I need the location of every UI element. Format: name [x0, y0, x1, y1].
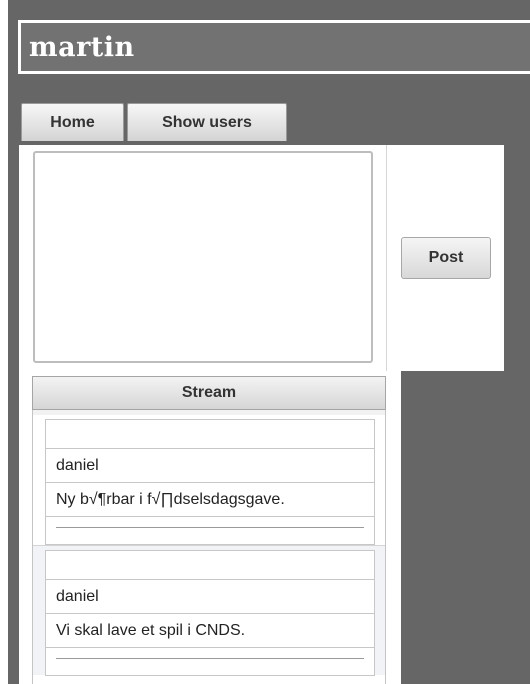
user-header: martin	[18, 20, 530, 74]
tab-home[interactable]: Home	[21, 103, 124, 141]
post-textarea[interactable]	[33, 151, 373, 363]
page-edge	[0, 0, 8, 684]
post-composer: Post	[19, 145, 504, 371]
stream-list[interactable]: daniel Ny b√¶rbar i f√∏dselsdagsgave. da…	[32, 415, 386, 684]
message-card: daniel Vi skal lave et spil i CNDS.	[45, 550, 375, 676]
message-footer	[46, 517, 374, 544]
post-button[interactable]: Post	[401, 237, 491, 279]
message-spacer	[46, 551, 374, 580]
message-text: Ny b√¶rbar i f√∏dselsdagsgave.	[46, 483, 374, 517]
page-title: martin	[29, 32, 135, 63]
message-footer	[46, 648, 374, 675]
message-footer-divider	[56, 527, 364, 528]
message-text: Vi skal lave et spil i CNDS.	[46, 614, 374, 648]
stream-item: daniel Vi skal lave et spil i CNDS.	[33, 545, 385, 676]
message-spacer	[46, 420, 374, 449]
message-card: daniel Ny b√¶rbar i f√∏dselsdagsgave.	[45, 419, 375, 545]
stream-panel: Stream daniel Ny b√¶rbar i f√∏dselsdagsg…	[19, 371, 401, 684]
composer-divider	[386, 145, 387, 371]
message-author: daniel	[46, 580, 374, 614]
message-footer-divider	[56, 658, 364, 659]
message-author: daniel	[46, 449, 374, 483]
stream-header: Stream	[32, 376, 386, 410]
stream-item: daniel Ny b√¶rbar i f√∏dselsdagsgave.	[33, 415, 385, 545]
tab-show-users[interactable]: Show users	[127, 103, 287, 141]
